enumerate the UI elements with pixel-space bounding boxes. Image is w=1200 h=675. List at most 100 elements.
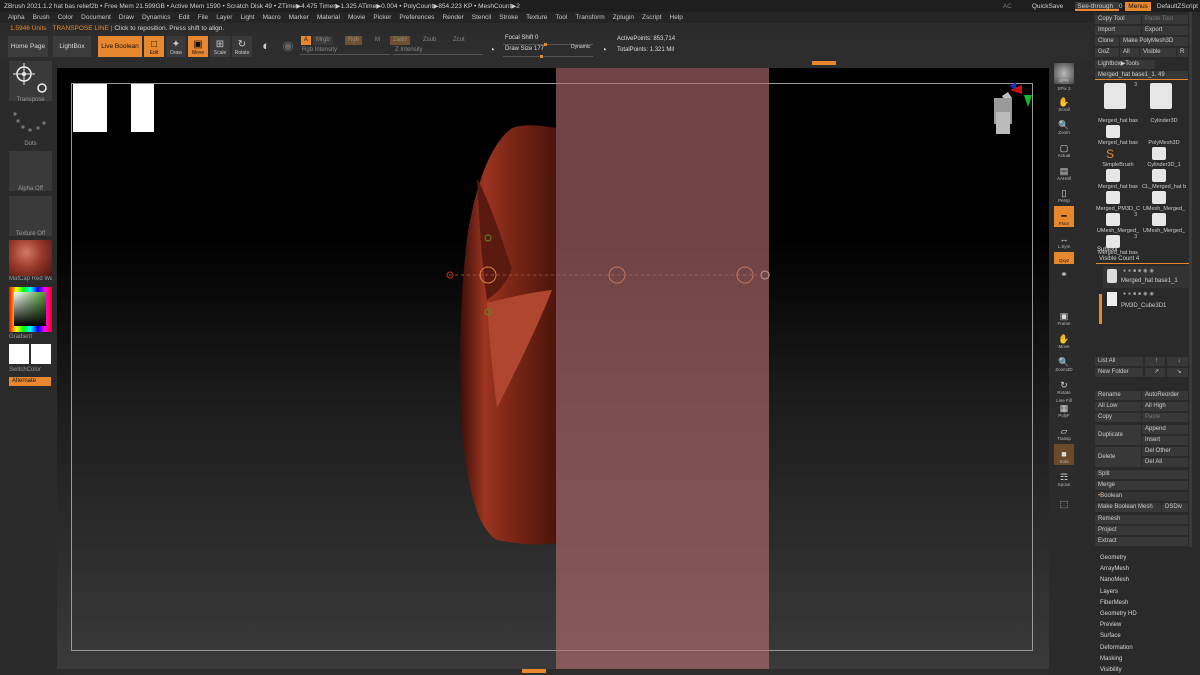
- texture-button[interactable]: [9, 196, 52, 236]
- transp-button[interactable]: ▱ Transp: [1054, 421, 1074, 442]
- focal-icon-button[interactable]: ◔: [484, 36, 500, 57]
- home-page-button[interactable]: Home Page: [8, 36, 48, 57]
- submenu-fibermesh[interactable]: FiberMesh: [1100, 600, 1128, 606]
- zcut-toggle[interactable]: Zcut: [450, 36, 468, 45]
- menu-alpha[interactable]: Alpha: [8, 14, 25, 21]
- transpose-brush-button[interactable]: [9, 61, 52, 101]
- canvas-top-scroll-thumb[interactable]: [812, 61, 836, 65]
- draw-size-slider[interactable]: [503, 56, 593, 57]
- make-polymesh-button[interactable]: Make PolyMesh3D: [1120, 37, 1188, 46]
- dots-stroke-button[interactable]: [9, 106, 52, 140]
- submenu-deformation[interactable]: Deformation: [1100, 645, 1133, 651]
- menu-edit[interactable]: Edit: [179, 14, 190, 21]
- solo-button[interactable]: ■ Solo: [1054, 444, 1074, 465]
- subtool-toggle-icons-2[interactable]: ●●■■◉◉: [1123, 291, 1156, 297]
- orientation-gizmo[interactable]: [982, 82, 1032, 152]
- menu-document[interactable]: Document: [81, 14, 111, 21]
- project-menu[interactable]: Project: [1095, 526, 1188, 535]
- a-toggle[interactable]: A: [301, 36, 312, 45]
- alpha-button[interactable]: [9, 151, 52, 191]
- menu-brush[interactable]: Brush: [33, 14, 50, 21]
- canvas-top-scrollbar[interactable]: [57, 61, 1049, 68]
- goz-button[interactable]: GoZ: [1095, 48, 1119, 57]
- menu-zplugin[interactable]: Zplugin: [613, 14, 634, 21]
- insert-button[interactable]: Insert: [1142, 436, 1188, 445]
- menus-button[interactable]: Menus: [1125, 1, 1151, 11]
- new-folder-button[interactable]: New Folder: [1095, 368, 1143, 377]
- zsub-toggle[interactable]: Zsub: [420, 36, 439, 45]
- visible-count-slider[interactable]: Visible Count 4: [1096, 255, 1189, 264]
- rgb-toggle[interactable]: Rgb: [345, 36, 363, 45]
- model-viewport[interactable]: [57, 68, 1049, 669]
- redo-arrow-button[interactable]: ↗: [1145, 368, 1165, 377]
- menu-light[interactable]: Light: [240, 14, 254, 21]
- mrgb-toggle[interactable]: Mrgb: [313, 36, 333, 45]
- zoom-button[interactable]: 🔍 Zoom: [1054, 115, 1074, 136]
- frame-button[interactable]: ▣ Frame: [1054, 306, 1074, 327]
- remesh-menu[interactable]: Remesh: [1095, 515, 1188, 524]
- tool-thumb-5[interactable]: Cylinder3D_1: [1142, 146, 1186, 168]
- menu-stencil[interactable]: Stencil: [472, 14, 492, 21]
- submenu-surface[interactable]: Surface: [1100, 633, 1121, 639]
- export-button[interactable]: Export: [1142, 26, 1188, 35]
- move-up-button[interactable]: ↑: [1145, 357, 1165, 366]
- autoreorder-button[interactable]: AutoReorder: [1142, 391, 1188, 400]
- xpose-button[interactable]: ☶ Xpose: [1054, 467, 1074, 488]
- all-button[interactable]: All: [1120, 48, 1139, 57]
- merge-menu[interactable]: Merge: [1095, 481, 1188, 490]
- rgb-intensity-label[interactable]: Rgb Intensity: [302, 47, 337, 53]
- quicksave-button[interactable]: QuickSave: [1032, 3, 1063, 10]
- current-tool-slider[interactable]: Merged_hat base1_1. 49: [1095, 71, 1188, 80]
- import-button[interactable]: Import: [1095, 26, 1141, 35]
- clone-button[interactable]: Clone: [1095, 37, 1119, 46]
- aahalf-button[interactable]: ▤ AAHalf: [1054, 161, 1074, 182]
- tool-thumb-10[interactable]: 3 UMesh_Merged_: [1096, 212, 1140, 234]
- submenu-nanomesh[interactable]: NanoMesh: [1100, 577, 1129, 583]
- document-canvas[interactable]: [57, 68, 1049, 669]
- menu-zscript[interactable]: Zscript: [642, 14, 662, 21]
- all-low-button[interactable]: All Low: [1095, 402, 1141, 411]
- draw-size-label[interactable]: Draw Size 177: [505, 46, 544, 52]
- append-button[interactable]: Append: [1142, 425, 1188, 434]
- focal-shift-handle[interactable]: [544, 43, 547, 46]
- live-boolean-button[interactable]: Live Boolean: [98, 36, 142, 57]
- z-intensity-label[interactable]: Z Intensity: [395, 47, 423, 53]
- dsdiv-slider[interactable]: DSDiv: [1162, 503, 1188, 512]
- list-all-button[interactable]: List All: [1095, 357, 1143, 366]
- menu-picker[interactable]: Picker: [373, 14, 391, 21]
- color-picker-square[interactable]: [14, 292, 46, 326]
- menu-movie[interactable]: Movie: [348, 14, 365, 21]
- tool-thumb-11[interactable]: UMesh_Merged_: [1142, 212, 1186, 234]
- subtool-toggle-icons-1[interactable]: ●●■■◉◉: [1123, 268, 1156, 274]
- tool-panel-scrollbar[interactable]: [1189, 12, 1192, 547]
- menu-material[interactable]: Material: [317, 14, 340, 21]
- rename-button[interactable]: Rename: [1095, 391, 1141, 400]
- material-button[interactable]: [9, 240, 52, 276]
- menu-macro[interactable]: Macro: [263, 14, 281, 21]
- submenu-masking[interactable]: Masking: [1100, 656, 1122, 662]
- tool-thumb-0[interactable]: 3 Merged_hat bas: [1096, 82, 1140, 124]
- subtool-item-1[interactable]: ●●■■◉◉ Merged_hat base1_1: [1103, 266, 1192, 288]
- delete-button[interactable]: Delete: [1095, 447, 1141, 467]
- default-zscript[interactable]: DefaultZScript: [1157, 3, 1198, 10]
- submenu-visibility[interactable]: Visibility: [1100, 667, 1122, 673]
- extra-view-button[interactable]: ⬚: [1054, 489, 1074, 510]
- menu-preferences[interactable]: Preferences: [399, 14, 434, 21]
- spix-button[interactable]: SPix 3: [1054, 83, 1074, 92]
- submenu-preview[interactable]: Preview: [1100, 622, 1121, 628]
- menu-texture[interactable]: Texture: [526, 14, 547, 21]
- menu-color[interactable]: Color: [58, 14, 74, 21]
- rotate-axis-buttons[interactable]: ⚭: [1054, 266, 1074, 280]
- visible-button[interactable]: Visible: [1140, 48, 1176, 57]
- subtool-header[interactable]: Subtool: [1097, 246, 1117, 255]
- color-picker[interactable]: [9, 287, 52, 332]
- tool-thumb-8[interactable]: Merged_PM3D_C: [1096, 190, 1140, 212]
- r-button[interactable]: R: [1177, 48, 1188, 57]
- scroll-button[interactable]: ✋ Scroll: [1054, 92, 1074, 113]
- rotate-button[interactable]: ↻ Rotate: [232, 36, 252, 57]
- actual-button[interactable]: ▢ Actual: [1054, 138, 1074, 159]
- switchcolor-button[interactable]: SwitchColor: [9, 367, 52, 373]
- focal-shift-label[interactable]: Focal Shift 0: [505, 35, 538, 41]
- linefill-button[interactable]: Line Fill ▦ PolyF: [1054, 398, 1074, 419]
- menu-draw[interactable]: Draw: [119, 14, 134, 21]
